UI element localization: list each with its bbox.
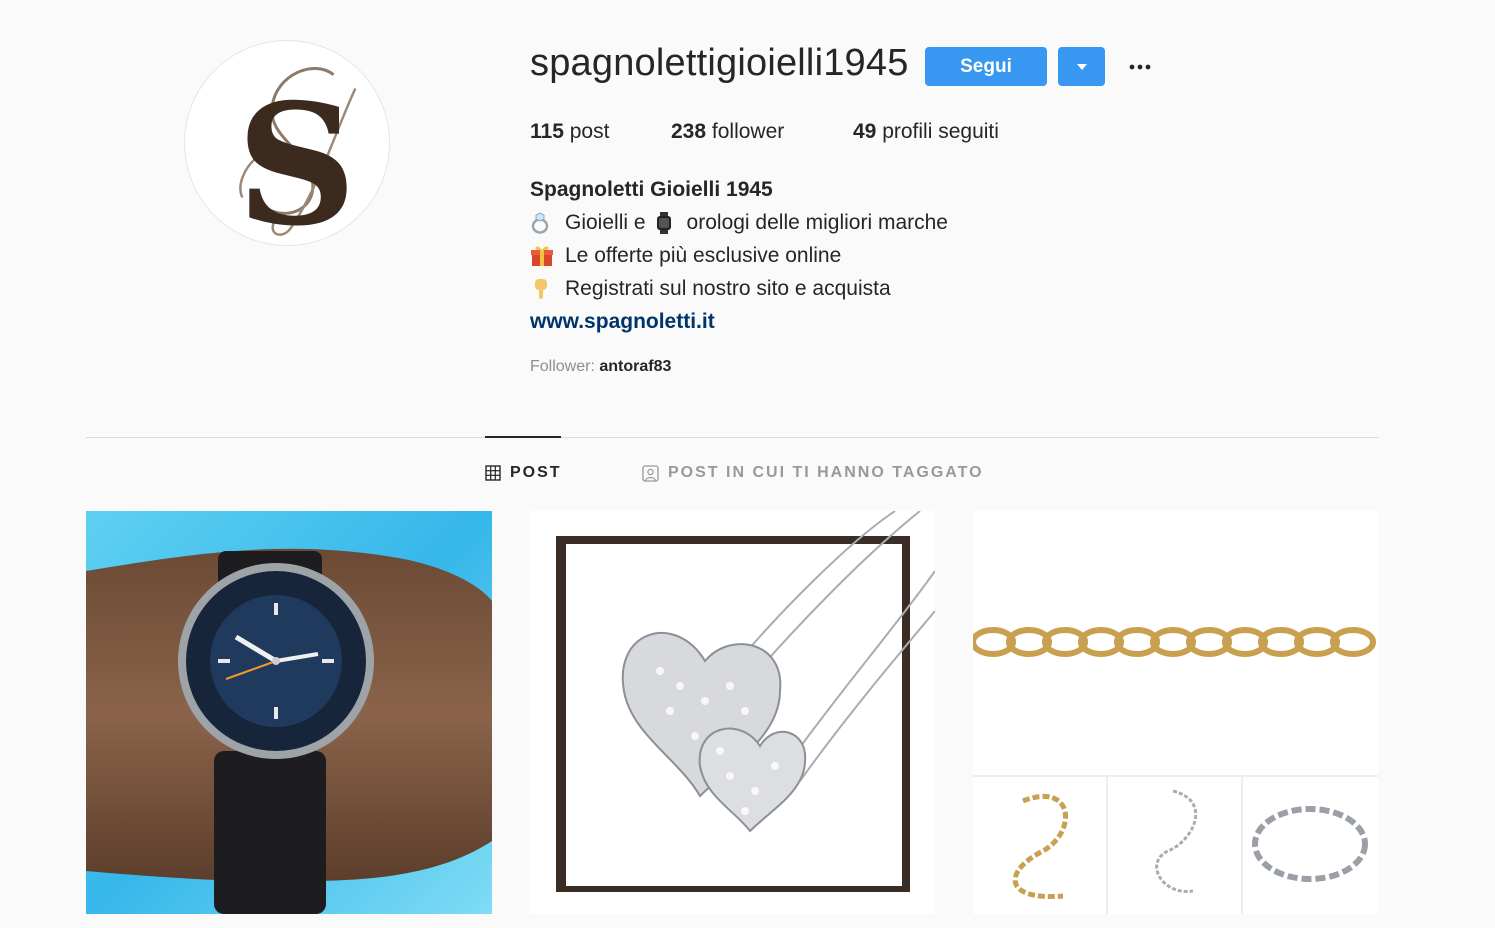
tabs-divider: [86, 437, 1379, 438]
suggestions-dropdown-button[interactable]: [1058, 47, 1105, 86]
caret-down-icon: [1076, 63, 1087, 70]
follow-button[interactable]: Segui: [925, 47, 1047, 86]
chain-bracelets-image: [973, 511, 1378, 914]
followed-by-label: Follower:: [530, 358, 595, 375]
bio-line-1: Gioielli e orologi delle migliori marche: [530, 211, 948, 235]
bio-text-watches: orologi delle migliori marche: [686, 211, 948, 234]
grid-icon: [485, 465, 501, 481]
post-thumbnail[interactable]: [86, 511, 492, 914]
watch-on-wrist-image: [86, 511, 492, 914]
following-count-stat[interactable]: 49 profili seguiti: [853, 120, 999, 144]
pointing-down-icon: [530, 277, 554, 301]
profile-avatar[interactable]: S: [184, 40, 390, 246]
profile-full-name: Spagnoletti Gioielli 1945: [530, 178, 773, 201]
gift-icon: [530, 244, 554, 268]
svg-text:S: S: [236, 68, 356, 245]
post-thumbnail[interactable]: [973, 511, 1378, 914]
tab-tagged[interactable]: POST IN CUI TI HANNO TAGGATO: [642, 464, 984, 482]
s-monogram-logo-icon: S: [236, 67, 357, 245]
posts-count-stat: 115 post: [530, 120, 610, 143]
active-tab-indicator: [485, 436, 561, 438]
heart-pendants-image: [530, 511, 935, 914]
tab-tagged-label: POST IN CUI TI HANNO TAGGATO: [668, 464, 984, 481]
ring-icon: [530, 211, 554, 235]
profile-website-link[interactable]: www.spagnoletti.it: [530, 310, 715, 334]
bio-text-jewelry: Gioielli e: [565, 211, 646, 234]
tab-posts-label: POST: [510, 464, 562, 481]
post-thumbnail[interactable]: [530, 511, 935, 914]
followed-by-name[interactable]: antoraf83: [599, 358, 671, 375]
bio-line-2: Le offerte più esclusive online: [530, 244, 841, 268]
watch-icon: [654, 211, 674, 235]
bio-text-offers: Le offerte più esclusive online: [565, 244, 842, 267]
tag-person-icon: [642, 464, 659, 482]
more-options-button[interactable]: [1122, 52, 1158, 82]
followed-by[interactable]: Follower: antoraf83: [530, 358, 671, 376]
ellipsis-icon: [1129, 64, 1151, 70]
bio-text-register: Registrati sul nostro sito e acquista: [565, 277, 891, 300]
tab-posts[interactable]: POST: [485, 464, 562, 482]
profile-username: spagnolettigioielli1945: [530, 42, 909, 84]
bio-line-3: Registrati sul nostro sito e acquista: [530, 277, 891, 301]
followers-count-stat[interactable]: 238 follower: [671, 120, 784, 144]
